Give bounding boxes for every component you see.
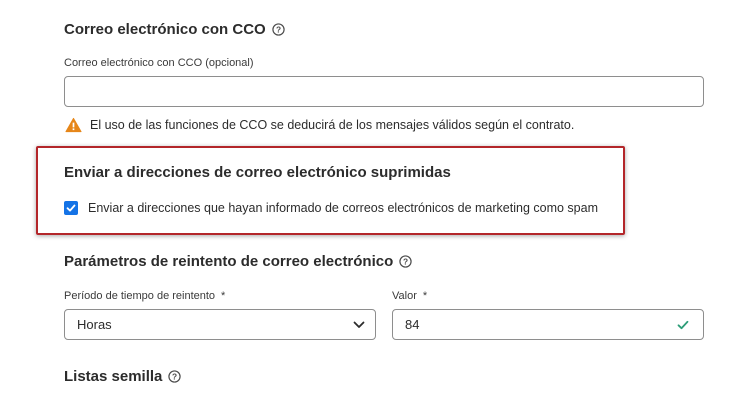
bcc-title-text: Correo electrónico con CCO <box>64 21 266 38</box>
bcc-field-label: Correo electrónico con CCO (opcional) <box>64 57 254 69</box>
checkmark-icon <box>66 204 76 212</box>
retry-section-title: Parámetros de reintento de correo electr… <box>64 253 412 270</box>
chevron-down-icon <box>353 321 365 328</box>
suppressed-section-title: Enviar a direcciones de correo electróni… <box>64 164 451 181</box>
required-mark: * <box>221 290 226 302</box>
svg-text:?: ? <box>403 257 408 267</box>
retry-period-label: Período de tiempo de reintento * <box>64 290 225 302</box>
help-icon[interactable]: ? <box>168 370 182 383</box>
bcc-email-input[interactable] <box>64 76 704 107</box>
valid-checkmark-icon <box>677 320 689 329</box>
seed-section-title: Listas semilla ? <box>64 368 182 385</box>
retry-value-label: Valor * <box>392 290 427 302</box>
help-icon[interactable]: ? <box>272 23 285 36</box>
required-mark: * <box>422 290 428 302</box>
suppressed-title-text: Enviar a direcciones de correo electróni… <box>64 164 451 181</box>
bcc-section-title: Correo electrónico con CCO ? <box>64 21 285 38</box>
retry-title-text: Parámetros de reintento de correo electr… <box>64 253 394 270</box>
retry-period-picker[interactable]: Horas <box>64 309 376 340</box>
warning-text: El uso de las funciones de CCO se deduci… <box>90 118 575 132</box>
help-icon[interactable]: ? <box>399 255 412 268</box>
retry-value-input[interactable]: 84 <box>392 309 704 340</box>
svg-text:?: ? <box>276 25 281 35</box>
suppressed-checkbox[interactable] <box>64 201 78 215</box>
suppressed-highlight-box <box>36 146 625 235</box>
suppressed-checkbox-label: Enviar a direcciones que hayan informado… <box>88 201 598 215</box>
warning-icon <box>65 117 82 133</box>
svg-text:?: ? <box>172 372 177 382</box>
bcc-warning: El uso de las funciones de CCO se deduci… <box>65 117 574 133</box>
seed-title-text: Listas semilla <box>64 368 163 385</box>
suppressed-checkbox-row[interactable]: Enviar a direcciones que hayan informado… <box>64 201 598 215</box>
retry-value-text: 84 <box>405 317 420 332</box>
retry-period-value: Horas <box>77 317 112 332</box>
retry-period-label-text: Período de tiempo de reintento <box>64 290 216 302</box>
retry-value-label-text: Valor <box>392 290 417 302</box>
